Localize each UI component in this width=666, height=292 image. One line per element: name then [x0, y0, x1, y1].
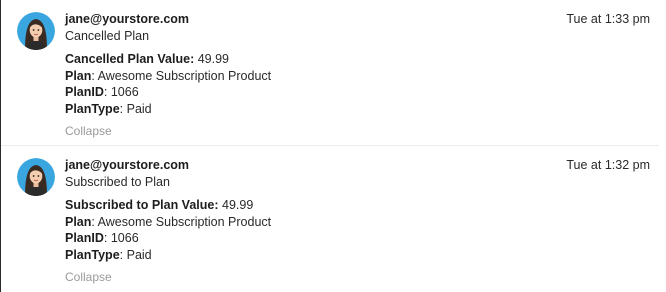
event-user-email[interactable]: jane@yourstore.com [65, 11, 565, 27]
property-row: PlanID: 1066 [65, 85, 139, 99]
property-key: PlanID [65, 231, 104, 245]
activity-feed: jane@yourstore.com Cancelled Plan Cancel… [1, 0, 666, 292]
event-action: Subscribed to Plan [65, 175, 170, 189]
user-avatar [17, 158, 55, 196]
property-value: Paid [126, 247, 152, 262]
user-avatar [17, 12, 55, 50]
collapse-link[interactable]: Collapse [65, 123, 112, 139]
property-row: Subscribed to Plan Value: 49.99 [65, 198, 254, 212]
property-key: PlanType [65, 101, 120, 116]
event-properties: Cancelled Plan Value: 49.99 Plan: Awesom… [65, 51, 565, 117]
property-row: PlanID: 1066 [65, 231, 139, 245]
property-value: Awesome Subscription Product [97, 214, 272, 229]
property-row: Plan: Awesome Subscription Product [65, 214, 272, 229]
event-timestamp: Tue at 1:33 pm [566, 12, 650, 26]
property-key: Plan [65, 214, 92, 229]
property-key: PlanID [65, 85, 104, 99]
property-value: 49.99 [197, 52, 229, 66]
property-row: PlanType: Paid [65, 101, 152, 116]
event-content: jane@yourstore.com Subscribed to Plan Su… [65, 157, 565, 286]
property-row: Plan: Awesome Subscription Product [65, 68, 272, 83]
property-row: PlanType: Paid [65, 247, 152, 262]
property-key: PlanType [65, 247, 120, 262]
event-action: Cancelled Plan [65, 29, 150, 43]
event-user-email[interactable]: jane@yourstore.com [65, 157, 565, 173]
property-key: Cancelled Plan Value [65, 52, 191, 66]
property-value: Paid [126, 101, 152, 116]
property-key: Plan [65, 68, 92, 83]
woman-avatar-icon [17, 12, 55, 50]
woman-avatar-icon [17, 158, 55, 196]
property-value: 1066 [110, 231, 139, 245]
activity-event: jane@yourstore.com Subscribed to Plan Su… [1, 146, 666, 292]
activity-event: jane@yourstore.com Cancelled Plan Cancel… [1, 0, 666, 146]
property-value: 49.99 [222, 198, 254, 212]
event-content: jane@yourstore.com Cancelled Plan Cancel… [65, 11, 565, 140]
property-value: 1066 [110, 85, 139, 99]
event-properties: Subscribed to Plan Value: 49.99 Plan: Aw… [65, 197, 565, 263]
property-row: Cancelled Plan Value: 49.99 [65, 52, 229, 66]
event-timestamp: Tue at 1:32 pm [566, 158, 650, 172]
collapse-link[interactable]: Collapse [65, 269, 112, 285]
property-key: Subscribed to Plan Value [65, 198, 215, 212]
property-value: Awesome Subscription Product [97, 68, 272, 83]
